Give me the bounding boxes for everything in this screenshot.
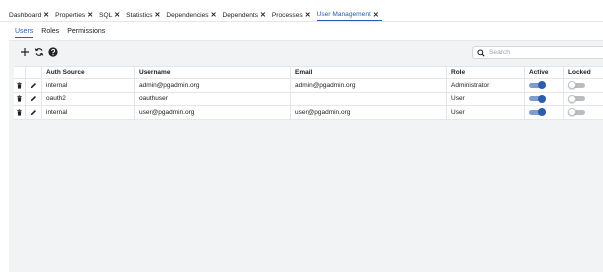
subtab-roles[interactable]: Roles (41, 25, 59, 38)
locked-cell (564, 106, 603, 119)
table-row: oauth2 oauthuser User (14, 92, 603, 106)
search-box (472, 46, 603, 59)
edit-button[interactable] (26, 79, 42, 92)
role-cell[interactable]: User (447, 106, 525, 119)
plus-icon (20, 47, 29, 56)
username-cell[interactable]: admin@pgadmin.org (135, 79, 291, 92)
active-cell (525, 92, 564, 105)
locked-toggle[interactable] (568, 108, 585, 117)
tab-dependents[interactable]: Dependents ✕ (222, 9, 268, 21)
tab-label: Dependents (222, 11, 259, 19)
pencil-icon (30, 109, 37, 115)
tab-label: Properties (55, 11, 86, 19)
close-icon[interactable]: ✕ (114, 11, 120, 19)
close-icon[interactable]: ✕ (211, 11, 217, 19)
header-edit (26, 67, 42, 78)
search-icon (477, 48, 485, 57)
tab-dependencies[interactable]: Dependencies ✕ (166, 9, 219, 21)
username-cell[interactable]: oauthuser (135, 92, 291, 105)
locked-toggle[interactable] (568, 81, 585, 90)
locked-cell (564, 79, 603, 92)
tab-sql[interactable]: SQL ✕ (99, 9, 123, 21)
trash-icon (17, 109, 22, 116)
column-header-email[interactable]: Email (291, 67, 447, 78)
add-user-button[interactable] (19, 46, 30, 57)
tab-user-management[interactable]: User Management ✕ (316, 9, 382, 21)
locked-toggle[interactable] (568, 94, 585, 103)
table-row: internal admin@pgadmin.org admin@pgadmin… (14, 79, 603, 93)
trash-icon (17, 95, 22, 102)
close-icon[interactable]: ✕ (155, 11, 161, 19)
panel-tab-bar: Dashboard ✕ Properties ✕ SQL ✕ Statistics ✕ … (0, 8, 603, 22)
tab-statistics[interactable]: Statistics ✕ (126, 9, 163, 21)
delete-button[interactable] (14, 106, 26, 119)
tab-label: Dashboard (9, 11, 42, 19)
column-header-auth-source[interactable]: Auth Source (42, 67, 135, 78)
close-icon[interactable]: ✕ (305, 11, 311, 19)
table-row: internal user@pgadmin.org user@pgadmin.o… (14, 106, 603, 120)
email-cell[interactable]: admin@pgadmin.org (291, 79, 447, 92)
edit-button[interactable] (26, 106, 42, 119)
edit-button[interactable] (26, 92, 42, 105)
close-icon[interactable]: ✕ (87, 11, 93, 19)
delete-button[interactable] (14, 79, 26, 92)
delete-button[interactable] (14, 92, 26, 105)
users-toolbar (9, 45, 603, 63)
trash-icon (17, 82, 22, 89)
tab-dashboard[interactable]: Dashboard ✕ (9, 9, 52, 21)
column-header-username[interactable]: Username (135, 67, 291, 78)
role-cell[interactable]: Administrator (447, 79, 525, 92)
column-header-role[interactable]: Role (447, 67, 525, 78)
locked-cell (564, 93, 603, 106)
pencil-icon (30, 96, 37, 102)
auth-source-cell[interactable]: internal (42, 106, 135, 119)
table-header: Auth Source Username Email Role Active L… (14, 66, 603, 79)
refresh-button[interactable] (33, 46, 44, 57)
tab-label: User Management (316, 11, 371, 18)
header-delete (14, 67, 26, 78)
tab-processes[interactable]: Processes ✕ (272, 9, 314, 21)
role-cell[interactable]: User (447, 92, 525, 105)
tab-label: Processes (271, 11, 303, 19)
auth-source-cell[interactable]: internal (42, 79, 135, 92)
help-button[interactable] (47, 46, 58, 57)
help-icon (47, 46, 58, 57)
refresh-icon (34, 47, 43, 56)
tab-label: SQL (99, 11, 113, 19)
username-cell[interactable]: user@pgadmin.org (135, 106, 291, 119)
close-icon[interactable]: ✕ (373, 11, 379, 19)
users-panel: Auth Source Username Email Role Active L… (9, 40, 603, 272)
active-toggle[interactable] (529, 94, 546, 103)
subtab-users[interactable]: Users (15, 25, 34, 38)
close-icon[interactable]: ✕ (43, 11, 49, 19)
tab-label: Statistics (126, 11, 153, 19)
close-icon[interactable]: ✕ (260, 11, 266, 19)
column-header-active[interactable]: Active (525, 67, 564, 78)
active-cell (525, 79, 564, 92)
user-management-subtabs: Users Roles Permissions (0, 24, 603, 39)
active-cell (525, 106, 564, 119)
email-cell[interactable]: user@pgadmin.org (291, 106, 447, 119)
top-strip (0, 0, 603, 8)
pencil-icon (30, 82, 37, 88)
users-table: Auth Source Username Email Role Active L… (14, 66, 603, 120)
tab-properties[interactable]: Properties ✕ (55, 9, 96, 21)
search-input[interactable] (489, 49, 599, 56)
active-toggle[interactable] (529, 108, 546, 117)
subtab-permissions[interactable]: Permissions (67, 25, 105, 38)
active-toggle[interactable] (529, 81, 546, 90)
column-header-locked[interactable]: Locked (564, 67, 603, 78)
tab-label: Dependencies (166, 11, 209, 19)
email-cell[interactable] (291, 92, 447, 105)
auth-source-cell[interactable]: oauth2 (42, 92, 135, 105)
